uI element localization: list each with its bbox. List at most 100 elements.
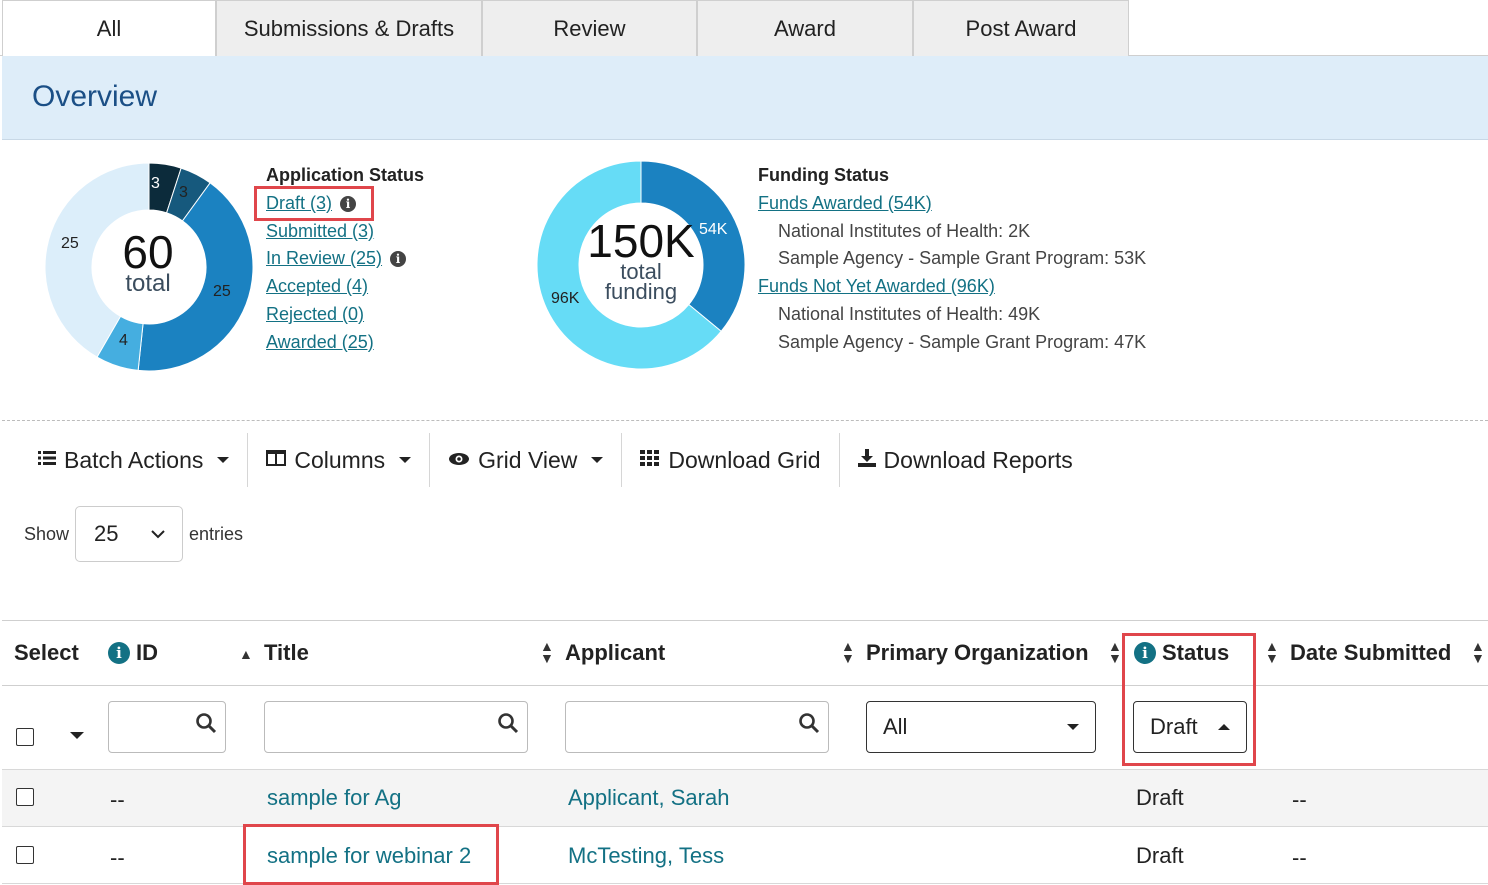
funding-detail-line: Sample Agency - Sample Grant Program: 47…: [778, 331, 1147, 352]
overview-header: Overview: [2, 56, 1488, 140]
table-top-border: [2, 620, 1488, 621]
chevron-down-icon: [151, 530, 165, 539]
status-item-awarded: Awarded (25): [266, 329, 424, 357]
primary-organization-filter-select[interactable]: All: [866, 701, 1096, 753]
app-segment-label: 25: [213, 283, 231, 300]
rejected-link[interactable]: Rejected (0): [266, 301, 364, 329]
sort-icon[interactable]: ▲ ▼: [1265, 639, 1279, 665]
title-highlight-box: [243, 824, 499, 885]
download-grid-label: Download Grid: [668, 446, 821, 473]
download-reports-label: Download Reports: [883, 446, 1073, 473]
search-icon: [498, 713, 519, 734]
tab-submissions-drafts[interactable]: Submissions & Drafts: [216, 0, 482, 56]
grid-view-label: Grid View: [478, 446, 578, 473]
sort-asc-icon[interactable]: ▲: [239, 647, 253, 661]
page-size-select[interactable]: 25: [75, 506, 184, 562]
download-reports-button[interactable]: Download Reports: [840, 433, 1091, 487]
chevron-down-icon: [217, 457, 230, 463]
app-segment-label: 25: [61, 235, 79, 252]
row-date-submitted: --: [1292, 787, 1307, 812]
funds-awarded-link[interactable]: Funds Awarded (54K): [758, 190, 932, 218]
table-row: [2, 827, 1488, 885]
accepted-link[interactable]: Accepted (4): [266, 273, 368, 301]
row-checkbox[interactable]: [16, 788, 34, 806]
chevron-down-icon: [399, 457, 412, 463]
app-donut-center: 60 total: [122, 226, 174, 297]
tab-post-award[interactable]: Post Award: [913, 0, 1129, 56]
eye-icon: [448, 450, 470, 471]
download-grid-button[interactable]: Download Grid: [622, 433, 840, 487]
tab-review[interactable]: Review: [482, 0, 697, 56]
primary-org-filter-value: All: [883, 714, 908, 739]
app-segment-label: 4: [119, 332, 128, 349]
sort-icon[interactable]: ▲ ▼: [841, 639, 855, 665]
column-header-primary-organization[interactable]: Primary Organization: [866, 640, 1089, 666]
list-icon: [38, 450, 56, 471]
draft-highlight-box: [254, 186, 374, 221]
tab-all[interactable]: All: [2, 0, 216, 57]
row-applicant-link[interactable]: McTesting, Tess: [568, 843, 724, 869]
chevron-down-icon: [1067, 724, 1079, 730]
header-divider: [2, 685, 1488, 686]
select-menu-caret-icon[interactable]: [70, 732, 84, 739]
tab-bar: All Submissions & Drafts Review Award Po…: [0, 0, 1488, 57]
submitted-link[interactable]: Submitted (3): [266, 218, 374, 246]
select-all-checkbox[interactable]: [16, 728, 34, 746]
batch-actions-label: Batch Actions: [64, 446, 204, 473]
row-applicant-link[interactable]: Applicant, Sarah: [568, 785, 729, 811]
entries-label: entries: [189, 523, 244, 544]
tab-award[interactable]: Award: [697, 0, 913, 56]
batch-actions-button[interactable]: Batch Actions: [20, 433, 249, 487]
funding-status-list: Funding Status Funds Awarded (54K) Natio…: [758, 162, 1146, 357]
download-icon: [857, 448, 876, 472]
columns-label: Columns: [294, 446, 386, 473]
grid-view-button[interactable]: Grid View: [430, 433, 623, 487]
column-header-select: Select: [14, 640, 79, 665]
status-item-in-review: In Review (25) i: [266, 245, 424, 273]
columns-icon: [266, 449, 287, 471]
in-review-link[interactable]: In Review (25): [266, 245, 382, 273]
awarded-link[interactable]: Awarded (25): [266, 329, 374, 357]
grid-icon: [640, 449, 660, 471]
row-divider: [2, 883, 1488, 884]
id-filter-input[interactable]: [108, 701, 226, 753]
row-date-submitted: --: [1292, 845, 1307, 870]
column-header-title[interactable]: Title: [264, 640, 309, 666]
row-checkbox[interactable]: [16, 846, 34, 864]
row-status: Draft: [1136, 785, 1184, 810]
funding-detail-line: Sample Agency - Sample Grant Program: 53…: [778, 248, 1147, 269]
app-segment-label: 3: [151, 175, 160, 192]
chevron-down-icon: [591, 457, 604, 463]
status-highlight-box: [1122, 633, 1256, 766]
funds-not-awarded-link[interactable]: Funds Not Yet Awarded (96K): [758, 273, 995, 301]
fund-donut-center: 150K total funding: [587, 215, 695, 304]
column-header-applicant[interactable]: Applicant: [565, 640, 665, 666]
row-title-link[interactable]: sample for Ag: [267, 785, 402, 811]
status-item-accepted: Accepted (4): [266, 273, 424, 301]
sort-icon[interactable]: ▲ ▼: [1471, 639, 1485, 665]
row-status: Draft: [1136, 843, 1184, 868]
column-header-date-submitted[interactable]: Date Submitted: [1290, 640, 1451, 666]
column-header-id[interactable]: i ID: [108, 640, 158, 666]
show-entries: Show 25 entries: [24, 506, 243, 562]
table-row: [2, 769, 1488, 827]
funding-detail-line: National Institutes of Health: 2K: [778, 220, 1031, 241]
app-segment-label: 3: [179, 184, 188, 201]
title-filter-input[interactable]: [264, 701, 528, 753]
sort-icon[interactable]: ▲ ▼: [1108, 639, 1122, 665]
search-icon: [196, 713, 217, 734]
applicant-filter-input[interactable]: [565, 701, 829, 753]
grid-toolbar: Batch Actions Columns Grid View Download…: [20, 432, 1091, 488]
row-divider: [2, 769, 1488, 770]
status-item-submitted: Submitted (3): [266, 218, 424, 246]
search-icon: [799, 713, 820, 734]
id-header-label: ID: [136, 640, 158, 665]
funding-status-title: Funding Status: [758, 165, 889, 185]
columns-button[interactable]: Columns: [248, 433, 431, 487]
info-icon[interactable]: i: [108, 642, 130, 664]
show-label: Show: [24, 523, 70, 544]
section-divider: [2, 420, 1488, 421]
info-icon[interactable]: i: [390, 251, 407, 268]
page-size-value: 25: [94, 521, 119, 546]
sort-icon[interactable]: ▲ ▼: [540, 639, 554, 665]
